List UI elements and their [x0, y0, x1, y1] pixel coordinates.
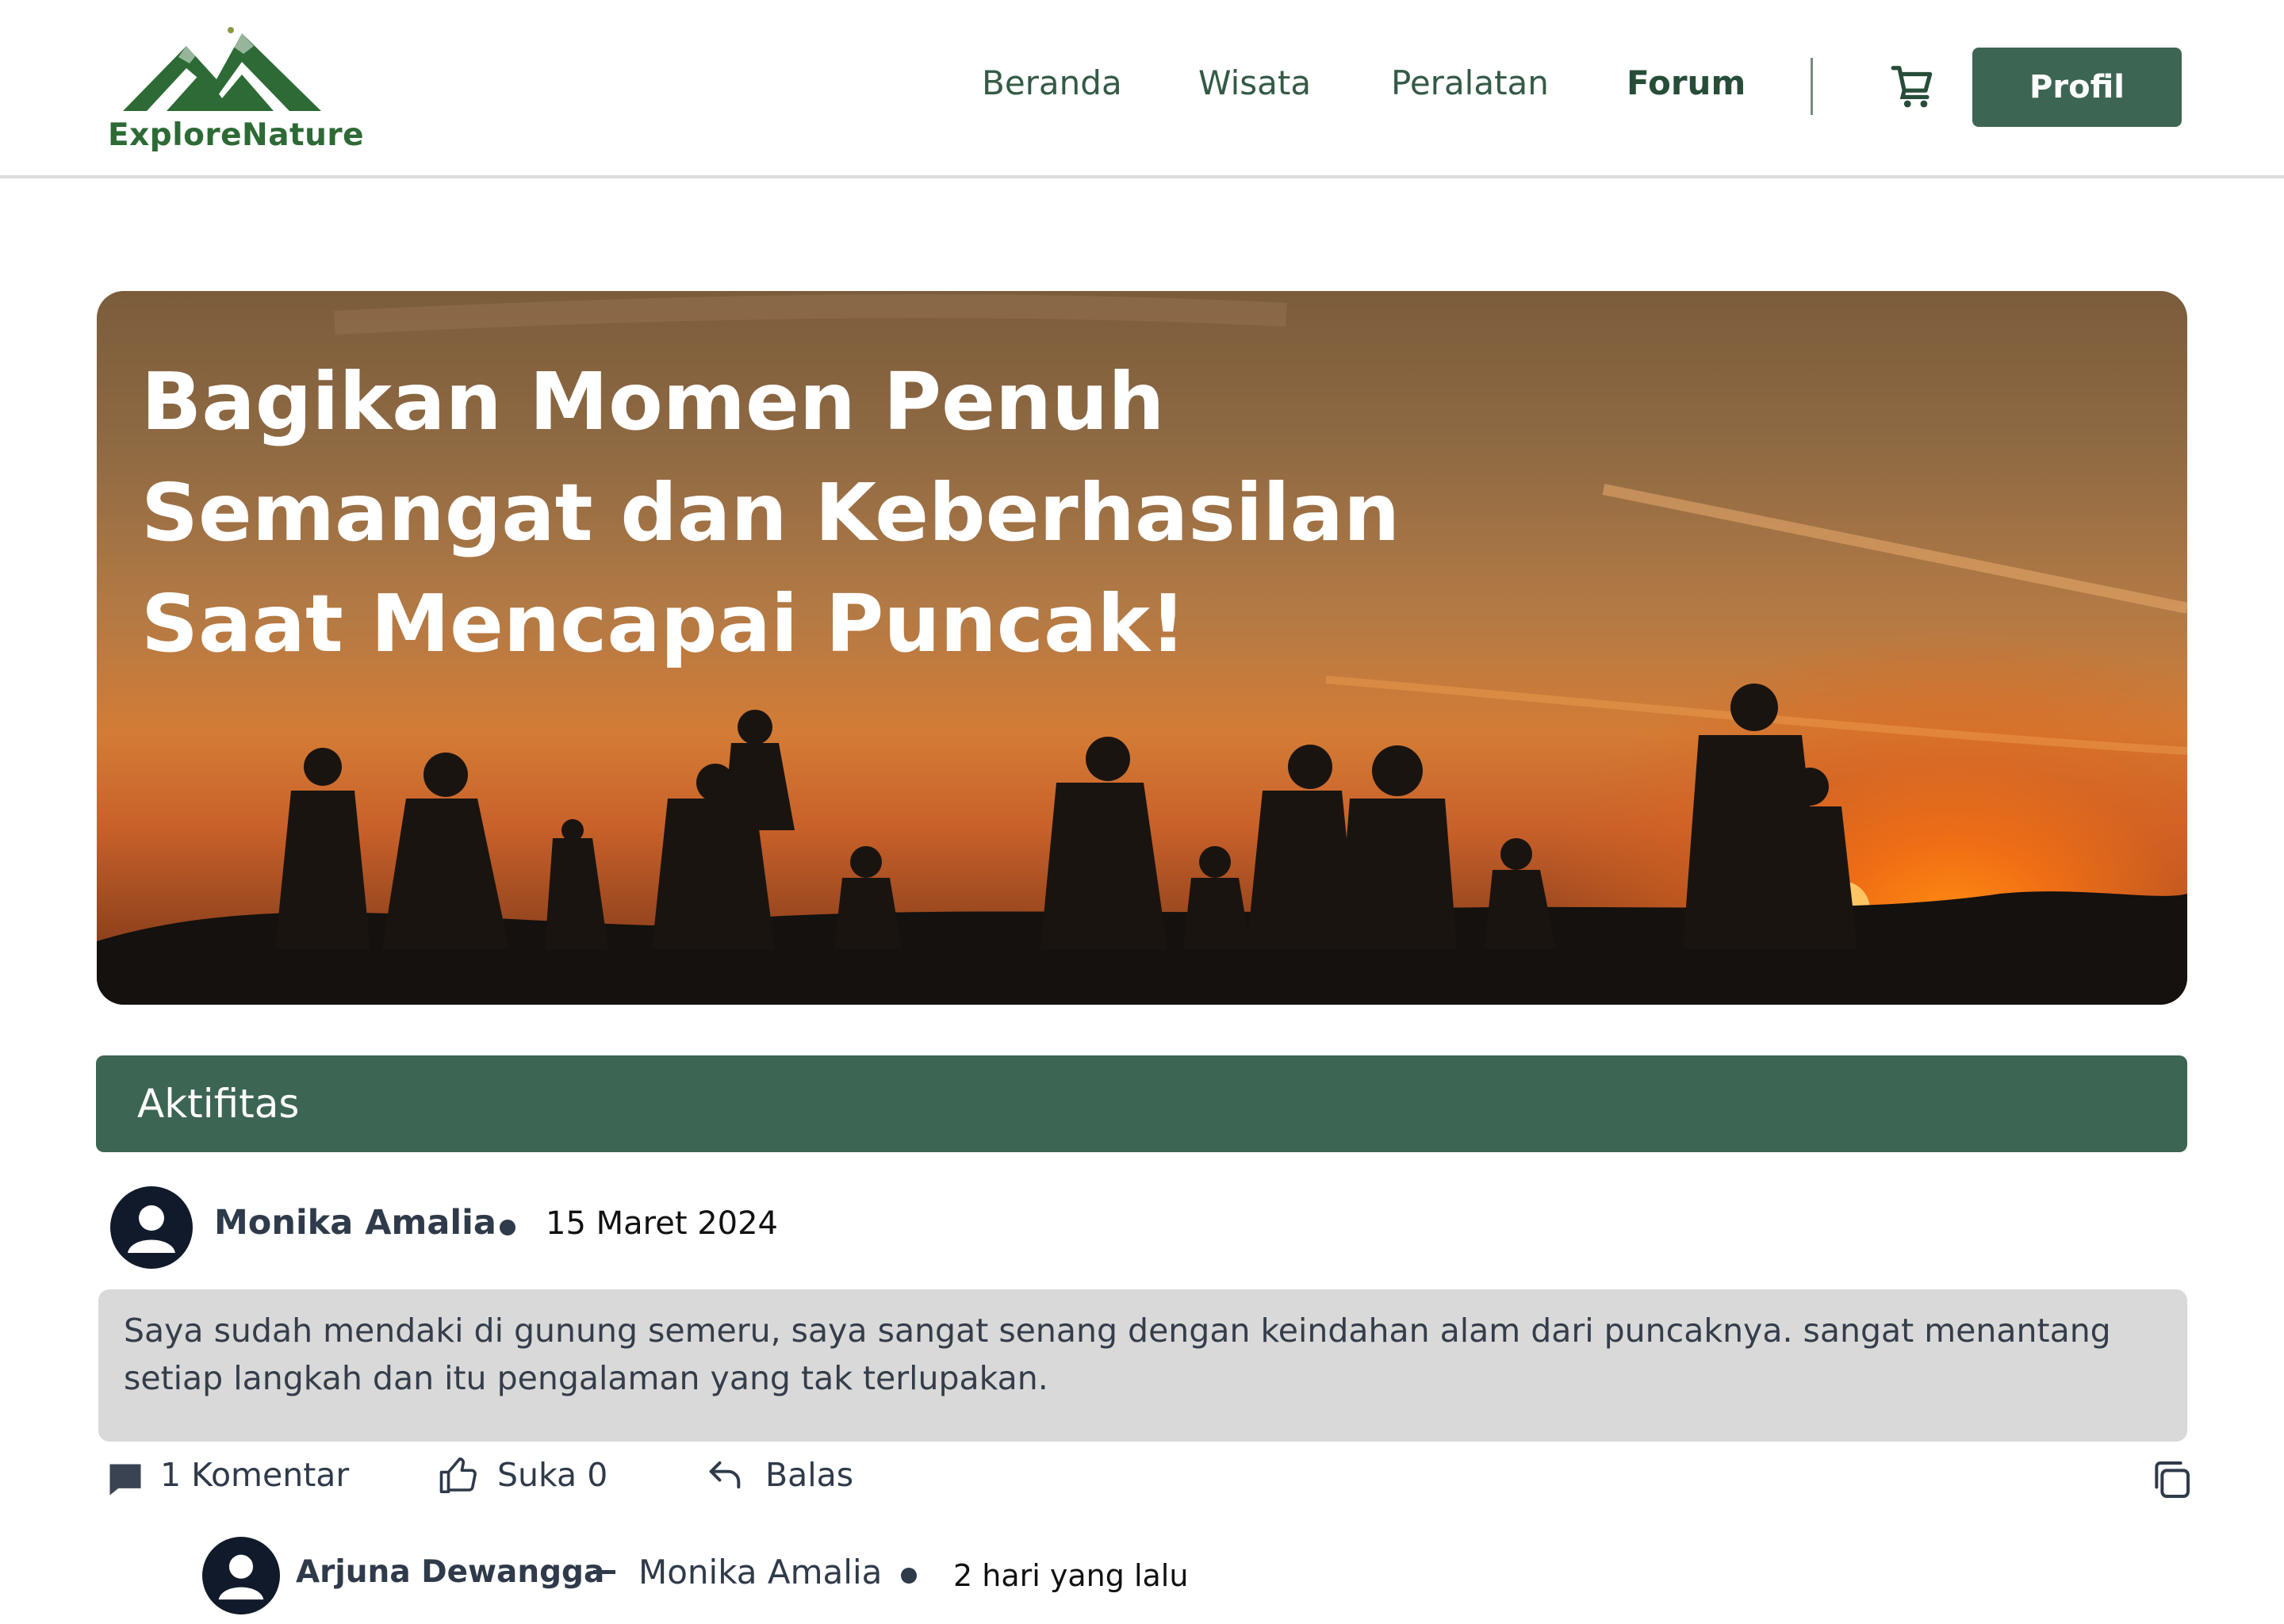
comment-icon[interactable]	[105, 1459, 146, 1500]
nav-divider	[1811, 58, 1813, 115]
nav-beranda[interactable]: Beranda	[982, 63, 1122, 102]
thumbs-up-icon[interactable]	[438, 1454, 481, 1497]
copy-icon[interactable]	[2149, 1457, 2194, 1502]
avatar[interactable]	[110, 1186, 193, 1269]
reply-dash	[593, 1570, 615, 1574]
post-author-name[interactable]: Monika Amalia	[214, 1203, 496, 1243]
shopping-cart-icon[interactable]	[1889, 62, 1938, 111]
hero-title: Bagikan Momen Penuh Semangat dan Keberha…	[141, 347, 1410, 680]
logo-text: ExploreNature	[108, 117, 365, 153]
user-avatar-icon	[128, 1205, 175, 1253]
section-title: Aktifitas	[137, 1081, 300, 1127]
post-content: Saya sudah mendaki di gunung semeru, say…	[98, 1289, 2187, 1442]
reply-to-name[interactable]: Monika Amalia	[638, 1553, 882, 1591]
post-date: 15 Maret 2024	[546, 1205, 779, 1242]
top-navbar: ExploreNature Beranda Wisata Peralatan F…	[0, 0, 2284, 178]
hero-title-line: Bagikan Momen Penuh	[141, 355, 1165, 448]
reply-author-name[interactable]: Arjuna Dewangga	[296, 1554, 604, 1590]
comment-count[interactable]: 1 Komentar	[160, 1456, 349, 1494]
avatar[interactable]	[202, 1537, 280, 1614]
nav-wisata[interactable]: Wisata	[1198, 63, 1311, 102]
nav-forum[interactable]: Forum	[1627, 63, 1746, 102]
hero-title-line: Semangat dan Keberhasilan	[141, 466, 1401, 559]
reply-button[interactable]: Balas	[765, 1456, 853, 1494]
post-body-text: Saya sudah mendaki di gunung semeru, say…	[124, 1312, 2111, 1397]
nav-peralatan[interactable]: Peralatan	[1391, 63, 1549, 102]
profile-button[interactable]: Profil	[1972, 48, 2182, 127]
reply-arrow-icon[interactable]	[704, 1454, 745, 1496]
user-avatar-icon	[218, 1554, 264, 1600]
mountain-logo-icon	[123, 27, 321, 111]
logo[interactable]: ExploreNature	[103, 22, 364, 153]
activity-section-header: Aktifitas	[96, 1055, 2187, 1152]
hero-banner: Bagikan Momen Penuh Semangat dan Keberha…	[97, 291, 2187, 1005]
hero-title-line: Saat Mencapai Puncak!	[141, 577, 1186, 670]
like-button[interactable]: Suka 0	[497, 1456, 607, 1494]
separator-dot	[901, 1568, 917, 1584]
separator-dot	[500, 1220, 515, 1235]
reply-time: 2 hari yang lalu	[953, 1558, 1189, 1593]
